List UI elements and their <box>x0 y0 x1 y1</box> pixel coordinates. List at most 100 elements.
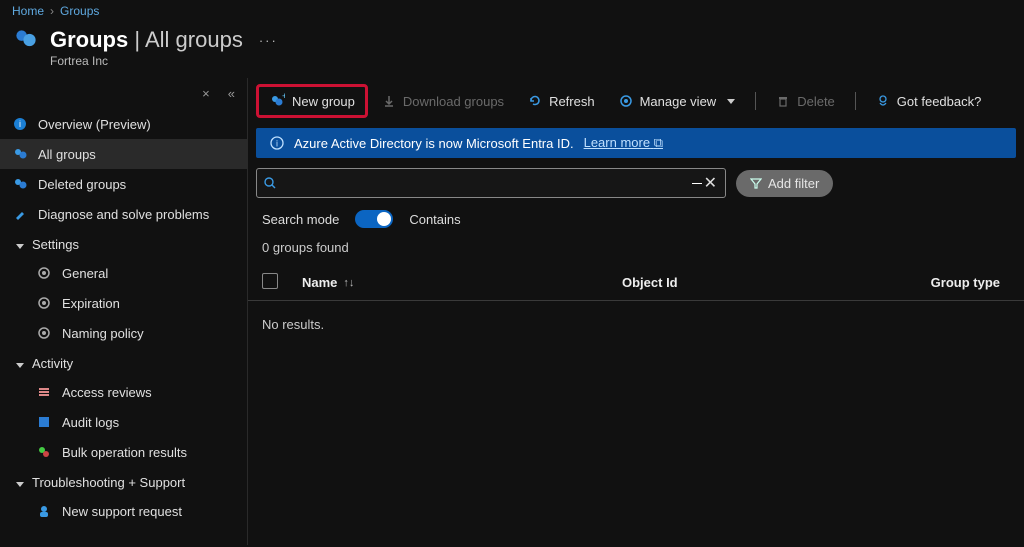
info-icon: i <box>270 136 284 150</box>
sidebar-item-diagnose[interactable]: Diagnose and solve problems <box>0 199 247 229</box>
sidebar-item-new-support[interactable]: New support request <box>0 496 247 526</box>
toolbar-label: Refresh <box>549 94 595 109</box>
toolbar-label: Manage view <box>640 94 717 109</box>
delete-button[interactable]: Delete <box>766 88 845 115</box>
sidebar-item-audit-logs[interactable]: Audit logs <box>0 407 247 437</box>
search-box[interactable]: ✕ <box>256 168 726 198</box>
download-icon <box>382 94 396 108</box>
sidebar-item-access-reviews[interactable]: Access reviews <box>0 377 247 407</box>
people-icon <box>12 146 28 162</box>
sidebar-section-settings[interactable]: Settings <box>0 229 247 258</box>
select-all-checkbox[interactable] <box>262 273 278 289</box>
download-groups-button[interactable]: Download groups <box>372 88 514 115</box>
sidebar-item-label: Diagnose and solve problems <box>38 207 209 222</box>
toolbar: + New group Download groups Refresh <box>248 78 1024 124</box>
sidebar-section-label: Settings <box>32 237 79 252</box>
sidebar: × « i Overview (Preview) All groups Dele… <box>0 78 248 545</box>
log-icon <box>36 414 52 430</box>
svg-text:i: i <box>276 139 278 149</box>
table-header: Name ↑↓ Object Id Group type <box>248 265 1024 301</box>
add-filter-button[interactable]: Add filter <box>736 170 833 197</box>
svg-text:i: i <box>19 119 21 129</box>
feedback-icon <box>876 94 890 108</box>
sidebar-item-label: Access reviews <box>62 385 152 400</box>
info-banner: i Azure Active Directory is now Microsof… <box>256 128 1016 158</box>
search-input[interactable] <box>277 172 688 195</box>
gear-icon <box>36 265 52 281</box>
refresh-icon <box>528 94 542 108</box>
sidebar-item-all-groups[interactable]: All groups <box>0 139 247 169</box>
toolbar-label: Delete <box>797 94 835 109</box>
gear-icon <box>36 325 52 341</box>
sidebar-item-label: Bulk operation results <box>62 445 187 460</box>
breadcrumb: Home › Groups <box>0 0 1024 22</box>
chevron-down-icon <box>12 356 24 371</box>
info-icon: i <box>12 116 28 132</box>
sidebar-section-support[interactable]: Troubleshooting + Support <box>0 467 247 496</box>
sidebar-item-label: Overview (Preview) <box>38 117 151 132</box>
chevron-right-icon: › <box>50 4 54 18</box>
people-add-icon: + <box>269 93 285 109</box>
sidebar-item-bulk-results[interactable]: Bulk operation results <box>0 437 247 467</box>
sidebar-item-deleted-groups[interactable]: Deleted groups <box>0 169 247 199</box>
settings-icon <box>619 94 633 108</box>
sidebar-item-label: New support request <box>62 504 182 519</box>
sidebar-item-expiration[interactable]: Expiration <box>0 288 247 318</box>
result-count: 0 groups found <box>248 234 1024 265</box>
sidebar-item-label: Deleted groups <box>38 177 126 192</box>
filter-icon <box>750 177 762 189</box>
feedback-button[interactable]: Got feedback? <box>866 88 992 115</box>
column-header-object-id[interactable]: Object Id <box>622 275 882 290</box>
more-actions-button[interactable]: ··· <box>259 33 278 48</box>
search-icon <box>263 176 277 190</box>
no-results-text: No results. <box>248 301 1024 348</box>
external-link-icon: ⧉ <box>654 135 663 150</box>
sort-icon: ↑↓ <box>343 277 354 289</box>
gear-icon <box>36 295 52 311</box>
sidebar-item-label: General <box>62 266 108 281</box>
banner-learn-more-link[interactable]: Learn more ⧉ <box>584 135 663 151</box>
toolbar-label: Got feedback? <box>897 94 982 109</box>
column-header-name[interactable]: Name ↑↓ <box>302 275 622 290</box>
sidebar-item-naming-policy[interactable]: Naming policy <box>0 318 247 348</box>
text-cursor <box>692 183 702 184</box>
separator <box>855 92 856 110</box>
collapse-icon[interactable]: « <box>228 86 235 101</box>
breadcrumb-current[interactable]: Groups <box>60 4 99 18</box>
people-deleted-icon <box>12 176 28 192</box>
wrench-icon <box>12 206 28 222</box>
sidebar-item-overview[interactable]: i Overview (Preview) <box>0 109 247 139</box>
svg-text:+: + <box>282 93 285 101</box>
sidebar-item-label: Expiration <box>62 296 120 311</box>
toggle-knob <box>377 212 391 226</box>
page-header: Groups | All groups ··· <box>0 22 1024 54</box>
manage-view-button[interactable]: Manage view <box>609 88 746 115</box>
column-header-group-type[interactable]: Group type <box>882 275 1010 290</box>
search-mode-label: Search mode <box>262 212 339 227</box>
clear-search-button[interactable]: ✕ <box>702 173 719 193</box>
sidebar-section-label: Troubleshooting + Support <box>32 475 185 490</box>
page-title: Groups | All groups <box>50 27 243 53</box>
chevron-down-icon <box>12 475 24 490</box>
breadcrumb-home[interactable]: Home <box>12 4 44 18</box>
add-filter-label: Add filter <box>768 176 819 191</box>
main-content: + New group Download groups Refresh <box>248 78 1024 545</box>
sidebar-item-general[interactable]: General <box>0 258 247 288</box>
trash-icon <box>776 94 790 108</box>
refresh-button[interactable]: Refresh <box>518 88 605 115</box>
org-name: Fortrea Inc <box>0 54 1024 78</box>
person-support-icon <box>36 503 52 519</box>
search-mode-toggle[interactable] <box>355 210 393 228</box>
banner-text: Azure Active Directory is now Microsoft … <box>294 136 574 151</box>
sidebar-section-activity[interactable]: Activity <box>0 348 247 377</box>
sidebar-item-label: Audit logs <box>62 415 119 430</box>
list-icon <box>36 384 52 400</box>
sidebar-item-label: All groups <box>38 147 96 162</box>
groups-icon <box>12 26 40 54</box>
chevron-down-icon <box>727 99 735 104</box>
search-mode-value: Contains <box>409 212 460 227</box>
separator <box>755 92 756 110</box>
sidebar-item-label: Naming policy <box>62 326 144 341</box>
close-icon[interactable]: × <box>202 86 210 101</box>
new-group-button[interactable]: + New group <box>256 84 368 118</box>
